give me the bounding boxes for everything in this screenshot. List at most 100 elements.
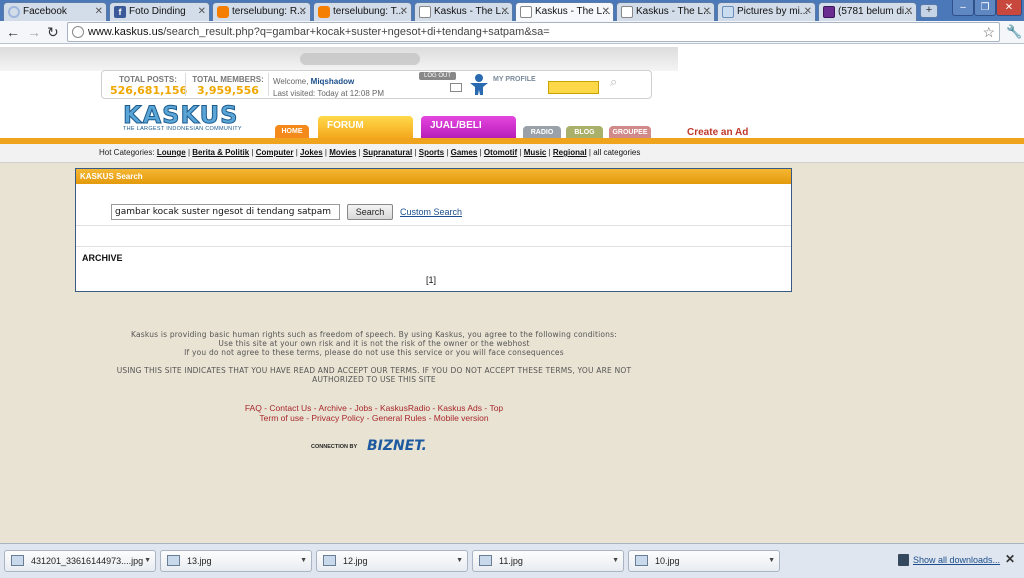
close-window-button[interactable]: ✕ xyxy=(996,0,1022,16)
welcome-block: Welcome, Miqshadow Last visited: Today a… xyxy=(273,76,384,100)
biznet-logo[interactable]: CONNECTION BY BIZNET. xyxy=(311,438,431,454)
logo-wordmark: KASKUS xyxy=(123,101,239,129)
footer-link-faq[interactable]: FAQ xyxy=(245,403,262,413)
bookmark-star-icon[interactable]: ☆ xyxy=(982,24,995,41)
search-input[interactable]: gambar kocak suster ngesot di tendang sa… xyxy=(111,204,340,220)
footer-link-contact[interactable]: Contact Us xyxy=(269,403,311,413)
dropdown-arrow-icon[interactable]: ▼ xyxy=(144,551,151,571)
category-supranatural[interactable]: Supranatural xyxy=(363,148,412,157)
category-games[interactable]: Games xyxy=(451,148,478,157)
category-jokes[interactable]: Jokes xyxy=(300,148,323,157)
total-posts-value: 526,681,156 xyxy=(110,84,188,97)
maximize-button[interactable]: ❐ xyxy=(974,0,996,16)
terms-caps-text: USING THIS SITE INDICATES THAT YOU HAVE … xyxy=(116,366,632,384)
footer-link-top[interactable]: Top xyxy=(489,403,503,413)
download-item[interactable]: 13.jpg ▼ xyxy=(160,550,312,572)
logout-button[interactable]: LOG OUT xyxy=(419,72,456,80)
footer-link-privacy[interactable]: Privacy Policy xyxy=(311,413,364,423)
tab-label: terselubung: T... xyxy=(333,6,404,17)
tab-terselubung-1[interactable]: terselubung: R... ✕ xyxy=(212,2,311,21)
tab-close-icon[interactable]: ✕ xyxy=(602,3,610,20)
category-computer[interactable]: Computer xyxy=(256,148,294,157)
download-item[interactable]: 10.jpg ▼ xyxy=(628,550,780,572)
total-members-label: TOTAL MEMBERS: xyxy=(192,75,264,84)
minimize-button[interactable]: – xyxy=(952,0,974,16)
category-berita-politik[interactable]: Berita & Politik xyxy=(192,148,249,157)
tab-pictures[interactable]: Pictures by mi... ✕ xyxy=(717,2,816,21)
category-music[interactable]: Music xyxy=(524,148,547,157)
tab-close-icon[interactable]: ✕ xyxy=(400,3,408,20)
nav-home-tab[interactable]: HOME xyxy=(275,125,309,139)
profile-figure-icon[interactable] xyxy=(468,73,490,97)
tab-label: Foto Dinding xyxy=(129,6,186,17)
tab-close-icon[interactable]: ✕ xyxy=(501,3,509,20)
tab-label: Kaskus - The L... xyxy=(434,6,510,17)
dropdown-arrow-icon[interactable]: ▼ xyxy=(300,551,307,571)
hot-categories-bar: Hot Categories: Lounge | Berita & Politi… xyxy=(0,144,1024,163)
nav-jualbeli-tab[interactable]: JUAL/BELI xyxy=(421,116,516,139)
tab-close-icon[interactable]: ✕ xyxy=(804,3,812,20)
search-button[interactable]: Search xyxy=(347,204,393,220)
tab-mail[interactable]: (5781 belum di... ✕ xyxy=(818,2,917,21)
category-lounge[interactable]: Lounge xyxy=(157,148,186,157)
divider xyxy=(268,73,269,96)
show-all-downloads-link[interactable]: Show all downloads... xyxy=(913,555,1000,565)
url-text[interactable]: www.kaskus.us/search_result.php?q=gambar… xyxy=(88,26,550,38)
all-categories-link[interactable]: all categories xyxy=(593,148,640,157)
dropdown-arrow-icon[interactable]: ▼ xyxy=(768,551,775,571)
dropdown-arrow-icon[interactable]: ▼ xyxy=(612,551,619,571)
page-number-link[interactable]: [1] xyxy=(426,275,436,285)
tab-facebook[interactable]: Facebook ✕ xyxy=(3,2,107,21)
reload-icon[interactable]: ↻ xyxy=(47,24,59,40)
tab-foto-dinding[interactable]: f Foto Dinding ✕ xyxy=(109,2,210,21)
footer-link-jobs[interactable]: Jobs xyxy=(354,403,372,413)
footer-link-mobile[interactable]: Mobile version xyxy=(434,413,489,423)
footer-link-terms[interactable]: Term of use xyxy=(259,413,303,423)
download-filename: 10.jpg xyxy=(655,556,680,566)
tab-close-icon[interactable]: ✕ xyxy=(299,3,307,20)
url-host: www.kaskus.us xyxy=(88,26,164,38)
my-profile-link[interactable]: MY PROFILE xyxy=(493,76,536,84)
username-link[interactable]: Miqshadow xyxy=(311,77,355,86)
new-tab-button[interactable]: + xyxy=(920,4,938,18)
divider xyxy=(76,246,791,247)
forward-arrow-icon[interactable]: → xyxy=(27,24,41,40)
footer-link-rules[interactable]: General Rules xyxy=(372,413,426,423)
search-icon[interactable]: ⌕ xyxy=(610,74,617,90)
tab-kaskus-active[interactable]: Kaskus - The L... ✕ xyxy=(515,2,614,22)
category-regional[interactable]: Regional xyxy=(553,148,587,157)
tab-close-icon[interactable]: ✕ xyxy=(703,3,711,20)
footer-link-ads[interactable]: Kaskus Ads xyxy=(438,403,482,413)
custom-search-link[interactable]: Custom Search xyxy=(400,207,462,217)
close-shelf-icon[interactable]: ✕ xyxy=(1005,552,1015,566)
dropdown-arrow-icon[interactable]: ▼ xyxy=(456,551,463,571)
tab-kaskus-1[interactable]: Kaskus - The L... ✕ xyxy=(414,2,513,21)
tab-kaskus-3[interactable]: Kaskus - The L... ✕ xyxy=(616,2,715,21)
biznet-wordmark: BIZNET. xyxy=(367,438,427,454)
tab-close-icon[interactable]: ✕ xyxy=(198,3,206,20)
terms-line: If you do not agree to these terms, plea… xyxy=(184,348,564,357)
header-search-input[interactable] xyxy=(548,81,599,94)
download-item[interactable]: 11.jpg ▼ xyxy=(472,550,624,572)
loading-icon xyxy=(8,6,20,18)
category-movies[interactable]: Movies xyxy=(329,148,356,157)
address-bar[interactable]: www.kaskus.us/search_result.php?q=gambar… xyxy=(67,22,1000,42)
tab-close-icon[interactable]: ✕ xyxy=(95,3,103,20)
wrench-icon[interactable]: 🔧 xyxy=(1006,24,1022,40)
kaskus-logo[interactable]: KASKUS THE LARGEST INDONESIAN COMMUNITY xyxy=(123,101,243,134)
category-sports[interactable]: Sports xyxy=(419,148,444,157)
download-item[interactable]: 12.jpg ▼ xyxy=(316,550,468,572)
category-otomotif[interactable]: Otomotif xyxy=(484,148,517,157)
footer-link-archive[interactable]: Archive xyxy=(319,403,347,413)
tab-terselubung-2[interactable]: terselubung: T... ✕ xyxy=(313,2,412,21)
nav-forum-tab[interactable]: FORUM xyxy=(318,116,413,139)
kaskus-icon xyxy=(520,6,532,18)
footer-links-row: FAQ - Contact Us - Archive - Jobs - Kask… xyxy=(244,403,504,413)
download-item[interactable]: 431201_33616144973....jpg ▼ xyxy=(4,550,156,572)
connection-by-label: CONNECTION BY xyxy=(311,444,358,450)
envelope-icon[interactable] xyxy=(450,83,462,92)
footer-link-radio[interactable]: KaskusRadio xyxy=(380,403,430,413)
tab-close-icon[interactable]: ✕ xyxy=(905,3,913,20)
back-arrow-icon[interactable]: ← xyxy=(6,24,20,40)
create-ad-link[interactable]: Create an Ad xyxy=(687,127,748,138)
